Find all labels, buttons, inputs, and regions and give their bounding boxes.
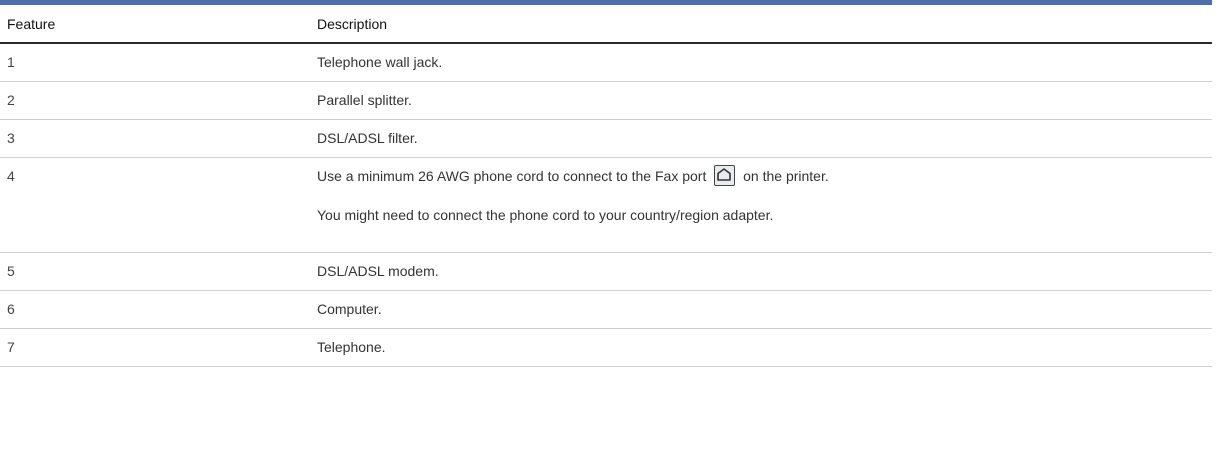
header-description: Description — [304, 2, 1212, 44]
feature-number: 7 — [0, 328, 304, 367]
feature-description: Parallel splitter. — [304, 81, 1212, 120]
feature-description: Computer. — [304, 290, 1212, 329]
table-row: 7 Telephone. — [0, 328, 1212, 367]
table-row: 1 Telephone wall jack. — [0, 43, 1212, 82]
fax-port-icon — [714, 165, 736, 187]
feature-number: 3 — [0, 119, 304, 158]
table-row: 3 DSL/ADSL filter. — [0, 119, 1212, 158]
header-feature: Feature — [0, 2, 304, 44]
description-paragraph: Use a minimum 26 AWG phone cord to conne… — [317, 158, 1212, 195]
feature-table: Feature Description 1 Telephone wall jac… — [0, 0, 1212, 367]
table-row: 5 DSL/ADSL modem. — [0, 252, 1212, 291]
table-row: 4 Use a minimum 26 AWG phone cord to con… — [0, 157, 1212, 253]
table-row: 6 Computer. — [0, 290, 1212, 329]
description-text-before-icon: Use a minimum 26 AWG phone cord to conne… — [317, 168, 707, 184]
feature-description: DSL/ADSL filter. — [304, 119, 1212, 158]
feature-description: DSL/ADSL modem. — [304, 252, 1212, 291]
description-text-after-icon: on the printer. — [743, 168, 829, 184]
feature-description: Use a minimum 26 AWG phone cord to conne… — [304, 157, 1212, 253]
feature-description: Telephone wall jack. — [304, 43, 1212, 82]
feature-number: 1 — [0, 43, 304, 82]
table-row: 2 Parallel splitter. — [0, 81, 1212, 120]
feature-number: 4 — [0, 157, 304, 253]
table-header-row: Feature Description — [0, 2, 1212, 44]
feature-number: 6 — [0, 290, 304, 329]
description-note: You might need to connect the phone cord… — [317, 207, 774, 223]
feature-number: 2 — [0, 81, 304, 120]
feature-description: Telephone. — [304, 328, 1212, 367]
feature-number: 5 — [0, 252, 304, 291]
